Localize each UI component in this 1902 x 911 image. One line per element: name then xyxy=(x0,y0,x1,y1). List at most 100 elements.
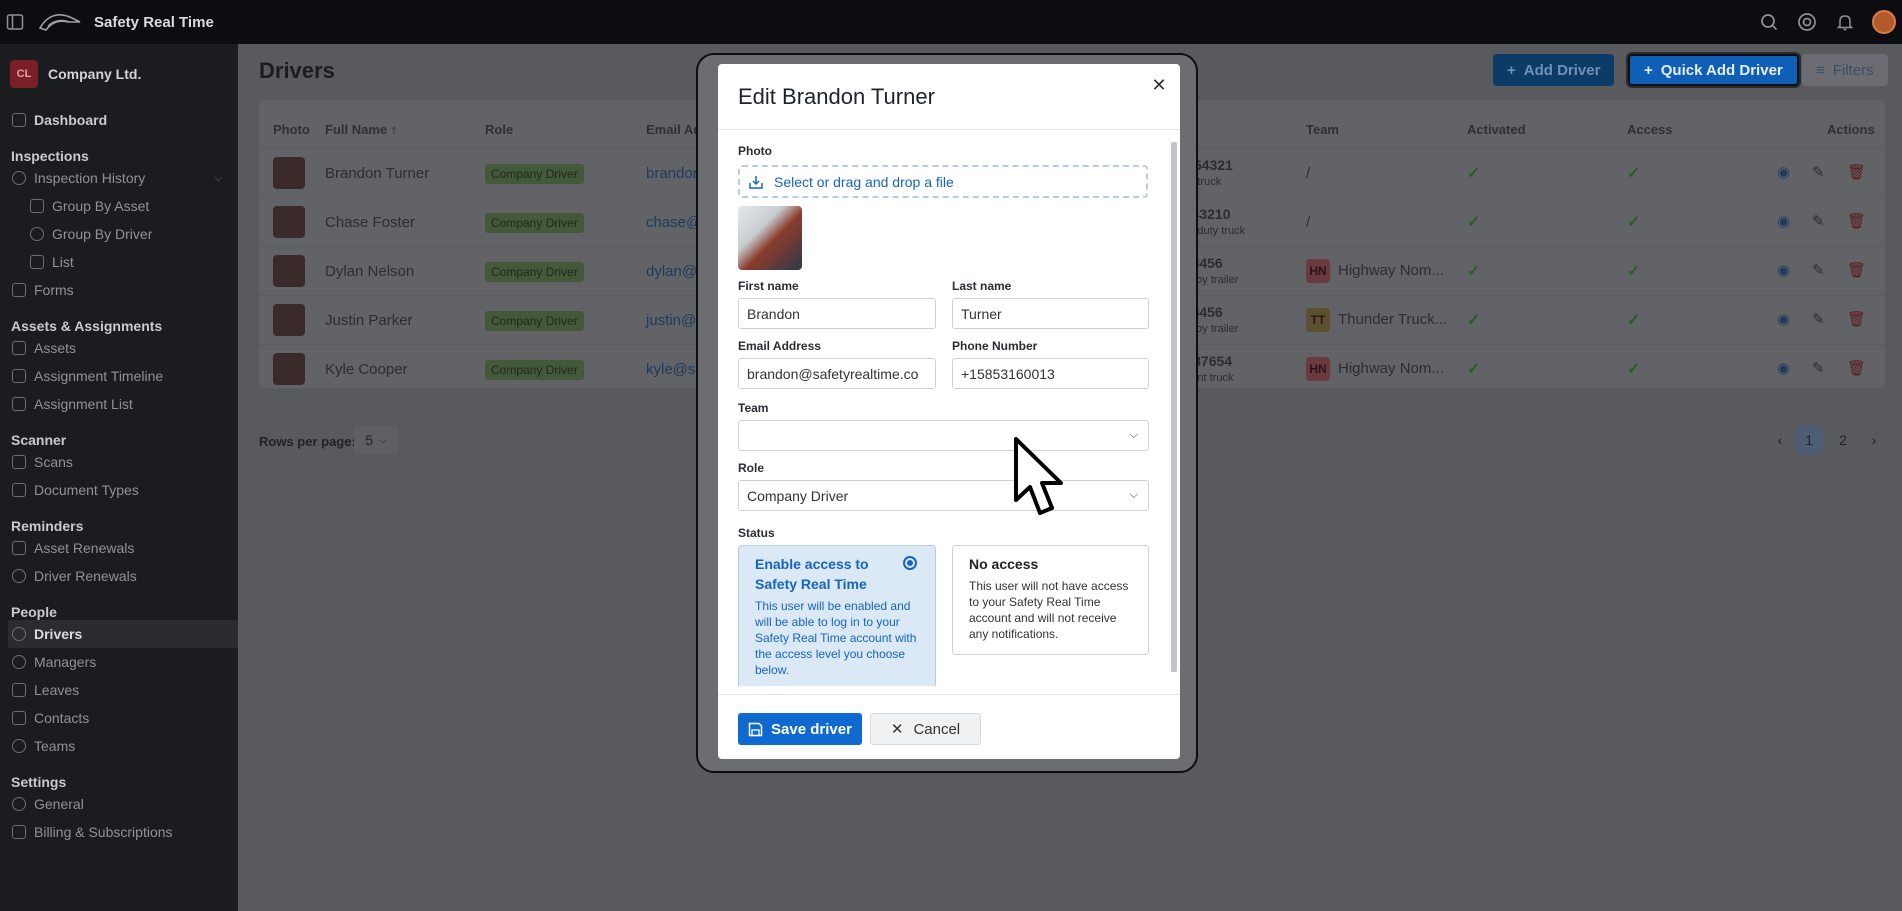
section-people: People xyxy=(11,604,57,620)
sidebar-label: List xyxy=(52,254,74,270)
view-icon[interactable]: ◉ xyxy=(1777,212,1790,230)
truck-icon xyxy=(12,341,26,355)
sidebar-item-scans[interactable]: Scans xyxy=(8,448,230,476)
first-name-field[interactable]: Brandon xyxy=(738,298,936,329)
edit-icon[interactable]: ✎ xyxy=(1812,163,1825,181)
email-field[interactable]: brandon@safetyrealtime.co xyxy=(738,358,936,389)
last-name-field[interactable]: Turner xyxy=(952,298,1149,329)
status-option-no-access[interactable]: No access This user will not have access… xyxy=(952,545,1149,655)
role-badge: Company Driver xyxy=(485,262,584,282)
page-button-2[interactable]: 2 xyxy=(1829,426,1857,454)
status-none-title: No access xyxy=(969,556,1039,572)
check-icon: ✓ xyxy=(1627,214,1641,231)
next-page-button[interactable]: › xyxy=(1860,426,1888,454)
th-actions: Actions xyxy=(1827,122,1875,137)
last-name-label: Last name xyxy=(952,279,1012,293)
sidebar-label: Drivers xyxy=(34,626,83,642)
team-select[interactable]: ⌵ xyxy=(738,420,1149,451)
view-icon[interactable]: ◉ xyxy=(1777,310,1790,328)
sidebar-label: Inspection History xyxy=(34,170,146,186)
delete-icon[interactable]: 🗑 xyxy=(1847,310,1866,328)
save-driver-button[interactable]: Save driver xyxy=(738,713,862,745)
sidebar-item-drivers[interactable]: Drivers xyxy=(8,620,238,648)
role-select[interactable]: Company Driver ⌵ xyxy=(738,480,1149,511)
th-full-name[interactable]: Full Name ↑ xyxy=(325,122,397,137)
team-name: / xyxy=(1306,214,1311,231)
sidebar-item-driver-renewals[interactable]: Driver Renewals xyxy=(8,562,230,590)
truck-icon xyxy=(30,199,44,213)
team-cell: TT Thunder Truck... xyxy=(1306,308,1447,332)
billing-icon xyxy=(12,825,26,839)
brand-name: Safety Real Time xyxy=(94,13,214,31)
phone-label: Phone Number xyxy=(952,339,1038,353)
sidebar-item-leaves[interactable]: Leaves xyxy=(8,676,230,704)
phone-field[interactable]: +15853160013 xyxy=(952,358,1149,389)
sidebar-item-assignment-list[interactable]: Assignment List xyxy=(8,390,230,418)
delete-icon[interactable]: 🗑 xyxy=(1847,212,1866,230)
list-icon xyxy=(12,397,26,411)
sidebar-item-forms[interactable]: Forms xyxy=(8,276,230,304)
sidebar-label: Assets xyxy=(34,340,77,356)
edit-icon[interactable]: ✎ xyxy=(1812,212,1825,230)
quick-add-driver-button[interactable]: + Quick Add Driver xyxy=(1626,52,1801,88)
save-icon xyxy=(748,722,763,736)
sidebar-item-assignment-timeline[interactable]: Assignment Timeline xyxy=(8,362,230,390)
sidebar-label: Forms xyxy=(34,282,74,298)
save-label: Save driver xyxy=(771,720,852,738)
sidebar-item-managers[interactable]: Managers xyxy=(8,648,230,676)
th-role: Role xyxy=(485,122,514,137)
user-icon xyxy=(12,627,26,641)
sidebar-item-document-types[interactable]: Document Types xyxy=(8,476,230,504)
status-option-enable-access[interactable]: Enable access to Safety Real Time This u… xyxy=(738,545,936,686)
check-icon: ✓ xyxy=(1627,263,1641,280)
delete-icon[interactable]: 🗑 xyxy=(1847,359,1866,377)
cancel-button[interactable]: ✕ Cancel xyxy=(870,713,981,745)
close-icon[interactable]: ✕ xyxy=(1148,74,1170,96)
view-icon[interactable]: ◉ xyxy=(1777,163,1790,181)
org-name: Company Ltd. xyxy=(48,66,142,82)
photo-upload-dropzone[interactable]: Select or drag and drop a file xyxy=(738,165,1148,198)
sidebar-item-dashboard[interactable]: Dashboard xyxy=(8,106,230,134)
page-button-1[interactable]: 1 xyxy=(1795,426,1823,454)
view-icon[interactable]: ◉ xyxy=(1777,261,1790,279)
help-icon[interactable] xyxy=(1796,11,1818,33)
sidebar-item-inspection-history[interactable]: Inspection History ⌵ xyxy=(8,164,230,192)
sidebar-label: Group By Driver xyxy=(52,226,153,242)
sidebar-item-list[interactable]: List xyxy=(8,248,230,276)
delete-icon[interactable]: 🗑 xyxy=(1847,261,1866,279)
sidebar-item-asset-renewals[interactable]: Asset Renewals xyxy=(8,534,230,562)
rows-per-page-select[interactable]: 5 ⌵ xyxy=(354,426,398,454)
org-switcher[interactable]: CL Company Ltd. xyxy=(8,44,230,104)
list-icon xyxy=(30,255,44,269)
driver-name: Kyle Cooper xyxy=(325,361,408,378)
modal-header: Edit Brandon Turner ✕ xyxy=(718,64,1180,130)
sidebar-item-teams[interactable]: Teams xyxy=(8,732,230,760)
delete-icon[interactable]: 🗑 xyxy=(1847,163,1866,181)
prev-page-button[interactable]: ‹ xyxy=(1766,426,1794,454)
sidebar-toggle-icon[interactable] xyxy=(4,11,26,33)
user-avatar[interactable] xyxy=(1872,10,1896,34)
sidebar-item-general[interactable]: General xyxy=(8,790,230,818)
add-driver-label: Add Driver xyxy=(1523,61,1601,79)
modal-scrollbar[interactable] xyxy=(1171,142,1177,672)
bell-icon[interactable] xyxy=(1834,11,1856,33)
view-icon[interactable]: ◉ xyxy=(1777,359,1790,377)
sidebar-item-group-by-asset[interactable]: Group By Asset xyxy=(8,192,230,220)
search-icon[interactable] xyxy=(1758,11,1780,33)
th-access: Access xyxy=(1627,122,1673,137)
driver-photo xyxy=(273,157,305,189)
sidebar-item-assets[interactable]: Assets xyxy=(8,334,230,362)
add-driver-button[interactable]: + Add Driver xyxy=(1493,54,1615,86)
quick-add-driver-label: Quick Add Driver xyxy=(1660,61,1783,79)
search-icon xyxy=(12,171,26,185)
sidebar-item-group-by-driver[interactable]: Group By Driver xyxy=(8,220,230,248)
mouse-cursor-icon xyxy=(1014,437,1063,515)
sidebar-item-contacts[interactable]: Contacts xyxy=(8,704,230,732)
sidebar-label: Dashboard xyxy=(34,112,108,128)
edit-icon[interactable]: ✎ xyxy=(1812,310,1825,328)
sidebar-item-billing[interactable]: Billing & Subscriptions xyxy=(8,818,230,846)
edit-icon[interactable]: ✎ xyxy=(1812,359,1825,377)
th-label: Full Name xyxy=(325,122,388,137)
edit-icon[interactable]: ✎ xyxy=(1812,261,1825,279)
filters-button[interactable]: ≡ Filters xyxy=(1802,54,1888,86)
